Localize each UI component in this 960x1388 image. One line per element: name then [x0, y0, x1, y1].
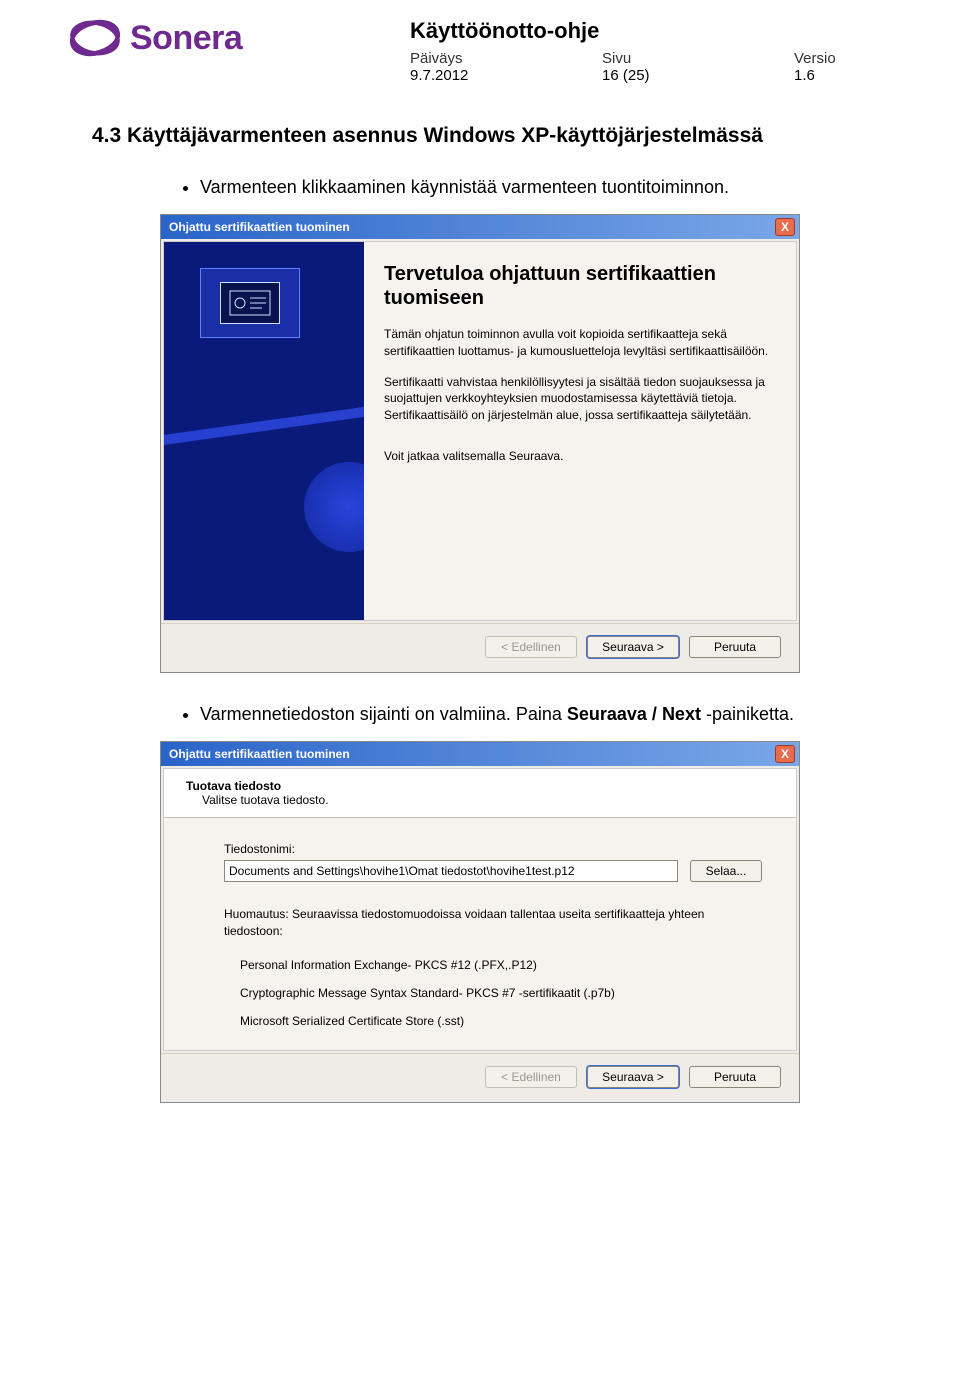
wizard-sidebar-graphic: [164, 242, 364, 620]
wizard-paragraph: Voit jatkaa valitsemalla Seuraava.: [384, 448, 770, 465]
next-button[interactable]: Seuraava >: [587, 1066, 679, 1088]
wizard-step-title: Tuotava tiedosto: [186, 779, 778, 793]
wizard-title: Ohjattu sertifikaattien tuominen: [169, 220, 350, 234]
next-button[interactable]: Seuraava >: [587, 636, 679, 658]
date-value: 9.7.2012: [410, 67, 602, 84]
wizard-step-subtitle: Valitse tuotava tiedosto.: [202, 793, 778, 807]
wizard-title: Ohjattu sertifikaattien tuominen: [169, 747, 350, 761]
wizard-paragraph: Tämän ohjatun toiminnon avulla voit kopi…: [384, 326, 770, 360]
text-post: -painiketta.: [701, 704, 794, 724]
section-heading: 4.3 Käyttäjävarmenteen asennus Windows X…: [92, 124, 890, 148]
version-label: Versio: [794, 50, 890, 67]
version-value: 1.6: [794, 67, 890, 84]
close-icon[interactable]: X: [775, 745, 795, 763]
date-label: Päiväys: [410, 50, 602, 67]
cancel-button[interactable]: Peruuta: [689, 636, 781, 658]
file-format-item: Cryptographic Message Syntax Standard- P…: [240, 986, 762, 1000]
certificate-import-wizard-welcome: Ohjattu sertifikaattien tuominen X: [160, 214, 800, 673]
filename-label: Tiedostonimi:: [224, 842, 762, 856]
text-pre: Varmennetiedoston sijainti on valmiina. …: [200, 704, 567, 724]
file-formats-note: Huomautus: Seuraavissa tiedostomuodoissa…: [224, 906, 762, 940]
document-title: Käyttöönotto-ohje: [410, 18, 890, 44]
wizard-paragraph: Sertifikaatti vahvistaa henkilöllisyytes…: [384, 374, 770, 424]
back-button: < Edellinen: [485, 636, 577, 658]
cancel-button[interactable]: Peruuta: [689, 1066, 781, 1088]
list-item: Varmennetiedoston sijainti on valmiina. …: [200, 701, 890, 727]
certificate-import-wizard-file: Ohjattu sertifikaattien tuominen X Tuota…: [160, 741, 800, 1103]
page-value: 16 (25): [602, 67, 794, 84]
wizard-button-row: < Edellinen Seuraava > Peruuta: [161, 1053, 799, 1102]
bullet-list-2: Varmennetiedoston sijainti on valmiina. …: [200, 701, 890, 727]
list-item: Varmenteen klikkaaminen käynnistää varme…: [200, 174, 890, 200]
brand-name: Sonera: [130, 19, 242, 58]
filename-input[interactable]: [224, 860, 678, 882]
file-format-item: Personal Information Exchange- PKCS #12 …: [240, 958, 762, 972]
wizard-titlebar: Ohjattu sertifikaattien tuominen X: [161, 742, 799, 766]
wizard-heading: Tervetuloa ohjattuun sertifikaattien tuo…: [384, 262, 770, 310]
brand-logo: Sonera: [70, 18, 242, 58]
wizard-step-header: Tuotava tiedosto Valitse tuotava tiedost…: [164, 769, 796, 818]
file-format-item: Microsoft Serialized Certificate Store (…: [240, 1014, 762, 1028]
close-icon[interactable]: X: [775, 218, 795, 236]
page-label: Sivu: [602, 50, 794, 67]
page-header: Sonera Käyttöönotto-ohje Päiväys 9.7.201…: [70, 18, 890, 84]
certificate-icon: [220, 282, 280, 324]
bullet-list-1: Varmenteen klikkaaminen käynnistää varme…: [200, 174, 890, 200]
browse-button[interactable]: Selaa...: [690, 860, 762, 882]
document-meta: Käyttöönotto-ohje Päiväys 9.7.2012 Sivu …: [410, 18, 890, 84]
sonera-swirl-icon: [70, 18, 120, 58]
wizard-titlebar: Ohjattu sertifikaattien tuominen X: [161, 215, 799, 239]
wizard-button-row: < Edellinen Seuraava > Peruuta: [161, 623, 799, 672]
back-button: < Edellinen: [485, 1066, 577, 1088]
text-bold: Seuraava / Next: [567, 704, 701, 724]
